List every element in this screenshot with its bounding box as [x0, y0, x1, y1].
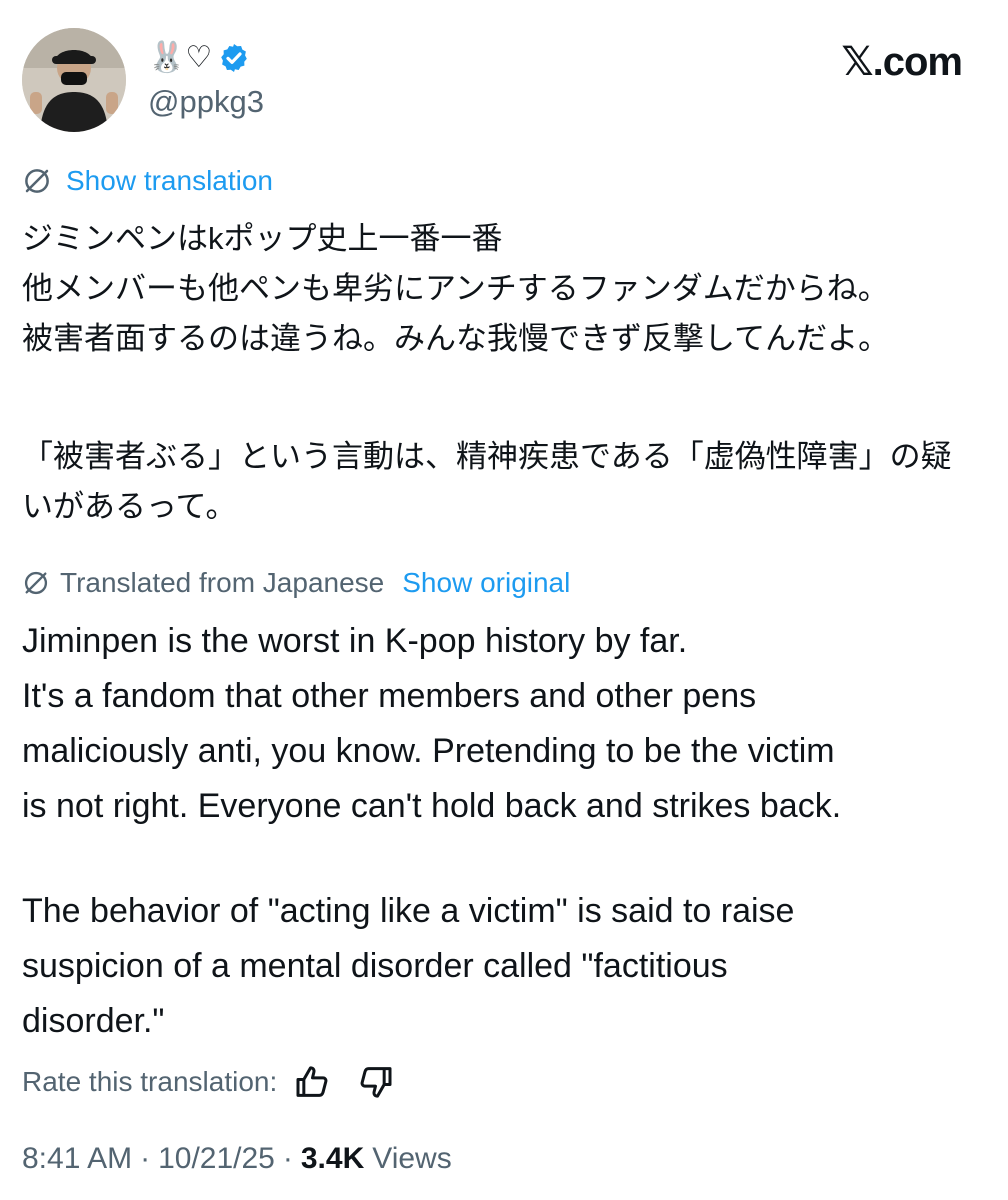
meta-separator: · [140, 1142, 151, 1175]
translated-from-row: Translated from Japanese Show original [22, 564, 570, 602]
views-count[interactable]: 3.4K [301, 1142, 364, 1176]
translated-text-paragraph-1: Jiminpen is the worst in K-pop history b… [22, 622, 842, 825]
show-original-link[interactable]: Show original [402, 564, 570, 602]
avatar-image [22, 28, 126, 132]
post-meta-row: 8:41 AM · 10/21/25 · 3.4K Views [22, 1142, 452, 1184]
avatar[interactable] [22, 28, 126, 132]
original-text-paragraph-1: ジミンペンはkポップ史上一番一番 他メンバーも他ペンも卑劣にアンチするファンダム… [22, 221, 890, 356]
translated-from-label: Translated from Japanese [60, 567, 385, 598]
views-label: Views [372, 1142, 452, 1175]
original-text-paragraph-2: 「被害者ぶる」という言動は、精神疾患である「虚偽性障害」の疑 いがあるって。 [22, 439, 952, 524]
globe-slash-icon [25, 169, 49, 193]
post-date[interactable]: 10/21/25 [158, 1142, 275, 1176]
thumbs-down-icon[interactable] [355, 1062, 395, 1102]
show-translation-link[interactable]: Show translation [66, 162, 273, 200]
show-translation-row: Show translation [22, 162, 273, 200]
meta-separator: · [282, 1142, 293, 1175]
post-header: 🐰♡ @ppkg3 𝕏.com [0, 0, 1008, 150]
globe-slash-icon [24, 571, 48, 595]
brand-watermark: 𝕏.com [841, 40, 963, 84]
user-handle[interactable]: @ppkg3 [148, 82, 264, 122]
post-time[interactable]: 8:41 AM [22, 1142, 132, 1176]
verified-badge-icon [221, 44, 248, 72]
display-name[interactable]: 🐰♡ [148, 38, 212, 78]
display-name-row[interactable]: 🐰♡ [148, 38, 250, 78]
rate-translation-label: Rate this translation: [22, 1066, 278, 1097]
rate-translation-row: Rate this translation: [22, 1060, 417, 1104]
translated-text-paragraph-2: The behavior of "acting like a victim" i… [22, 892, 795, 1040]
thumbs-up-icon[interactable] [293, 1062, 333, 1102]
